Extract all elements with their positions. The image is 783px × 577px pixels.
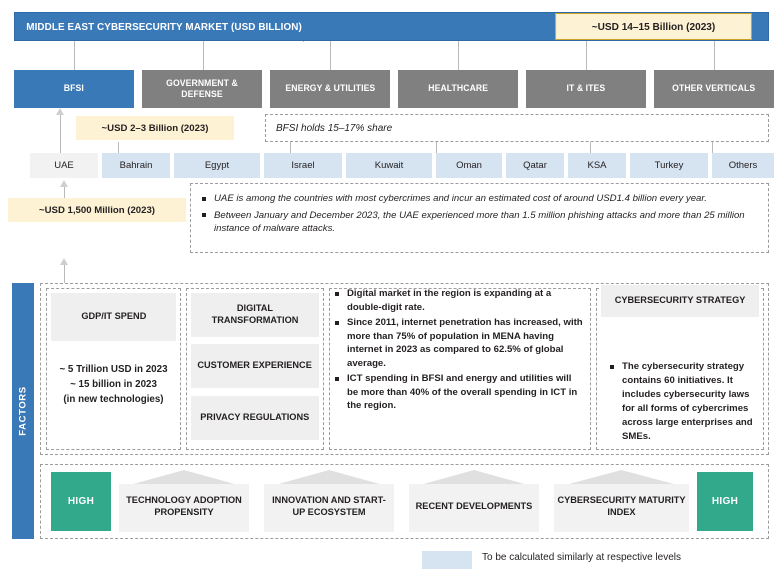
- connector-bfsi-stem: [60, 115, 61, 153]
- maturity-item-label: RECENT DEVELOPMENTS: [412, 501, 537, 513]
- connector-vertical-energy: [330, 41, 331, 70]
- diagram-canvas: MIDDLE EAST CYBERSECURITY MARKET (USD BI…: [0, 0, 783, 577]
- connector-vertical-health: [458, 41, 459, 70]
- vertical-government-defense-label: GOVERNMENT & DEFENSE: [146, 78, 258, 101]
- gdp-value-line: ~ 15 billion in 2023: [46, 377, 181, 392]
- privacy-regulations-chip[interactable]: PRIVACY REGULATIONS: [191, 396, 319, 440]
- country-israel-label: Israel: [291, 160, 314, 171]
- customer-experience-label: CUSTOMER EXPERIENCE: [198, 360, 312, 372]
- arrow-to-bfsi: [56, 108, 64, 115]
- connector-vertical-gov: [203, 41, 204, 70]
- market-bullet-item: Digital market in the region is expandin…: [334, 287, 584, 314]
- country-egypt-label: Egypt: [205, 160, 229, 171]
- strategy-bullet-item: The cybersecurity strategy contains 60 i…: [609, 360, 755, 444]
- legend-text: To be calculated similarly at respective…: [482, 552, 681, 563]
- gdp-it-spend-chip[interactable]: GDP/IT SPEND: [51, 293, 176, 341]
- rating-high-left-label: HIGH: [68, 496, 94, 507]
- market-bullet-item: ICT spending in BFSI and energy and util…: [334, 372, 584, 413]
- uae-insight-item: UAE is among the countries with most cyb…: [201, 192, 756, 206]
- vertical-it-ites[interactable]: IT & ITES: [526, 70, 646, 108]
- country-bahrain[interactable]: Bahrain: [102, 153, 170, 178]
- maturity-item-cybersecurity-maturity-index[interactable]: CYBERSECURITY MATURITY INDEX: [554, 470, 689, 532]
- country-turkey[interactable]: Turkey: [630, 153, 708, 178]
- vertical-other-verticals[interactable]: OTHER VERTICALS: [654, 70, 774, 108]
- customer-experience-chip[interactable]: CUSTOMER EXPERIENCE: [191, 344, 319, 388]
- vertical-bfsi[interactable]: BFSI: [14, 70, 134, 108]
- uae-insights-box: UAE is among the countries with most cyb…: [190, 183, 769, 253]
- vertical-energy-utilities-label: ENERGY & UTILITIES: [285, 83, 375, 95]
- vertical-it-ites-label: IT & ITES: [567, 83, 606, 95]
- vertical-other-verticals-label: OTHER VERTICALS: [672, 83, 755, 95]
- vertical-healthcare-label: HEALTHCARE: [428, 83, 488, 95]
- country-kuwait[interactable]: Kuwait: [346, 153, 432, 178]
- maturity-item-technology-adoption[interactable]: TECHNOLOGY ADOPTION PROPENSITY: [119, 470, 249, 532]
- country-bahrain-label: Bahrain: [120, 160, 153, 171]
- connector-country-2: [290, 142, 291, 153]
- arrow-to-uae-value: [60, 258, 68, 265]
- uae-insight-item: Between January and December 2023, the U…: [201, 209, 756, 236]
- country-egypt[interactable]: Egypt: [174, 153, 260, 178]
- gdp-it-spend-label: GDP/IT SPEND: [81, 311, 146, 323]
- vertical-energy-utilities[interactable]: ENERGY & UTILITIES: [270, 70, 390, 108]
- market-bullet-item: Since 2011, internet penetration has inc…: [334, 316, 584, 370]
- connector-country-3: [436, 142, 437, 153]
- connector-factors-stem: [64, 265, 65, 283]
- connector-vertical-bfsi: [74, 41, 75, 70]
- digital-transformation-label: DIGITAL TRANSFORMATION: [194, 303, 317, 327]
- connector-country-5: [712, 142, 713, 153]
- connector-vertical-it: [586, 41, 587, 70]
- digital-transformation-chip[interactable]: DIGITAL TRANSFORMATION: [191, 293, 319, 337]
- rating-high-right-label: HIGH: [712, 496, 738, 507]
- cybersecurity-strategy-chip[interactable]: CYBERSECURITY STRATEGY: [601, 285, 759, 317]
- maturity-item-label: INNOVATION AND START-UP ECOSYSTEM: [267, 495, 392, 519]
- rating-high-right: HIGH: [697, 472, 753, 531]
- connector-country-4: [590, 142, 591, 153]
- country-israel[interactable]: Israel: [264, 153, 342, 178]
- country-uae[interactable]: UAE: [30, 153, 98, 178]
- maturity-item-label: TECHNOLOGY ADOPTION PROPENSITY: [122, 495, 247, 519]
- country-ksa-label: KSA: [587, 160, 606, 171]
- strategy-bullets: The cybersecurity strategy contains 60 i…: [601, 360, 763, 444]
- maturity-item-recent-developments[interactable]: RECENT DEVELOPMENTS: [409, 470, 539, 532]
- connector-vertical-other: [714, 41, 715, 70]
- country-kuwait-label: Kuwait: [375, 160, 404, 171]
- country-oman-label: Oman: [456, 160, 482, 171]
- country-uae-label: UAE: [54, 160, 74, 171]
- connector-country-1: [118, 142, 119, 153]
- market-value-badge: ~USD 14–15 Billion (2023): [555, 13, 752, 40]
- market-bullets-subpanel: Digital market in the region is expandin…: [329, 288, 591, 450]
- vertical-bfsi-label: BFSI: [64, 83, 84, 95]
- country-qatar-label: Qatar: [523, 160, 547, 171]
- arrow-to-uae: [60, 180, 68, 187]
- country-ksa[interactable]: KSA: [568, 153, 626, 178]
- privacy-regulations-label: PRIVACY REGULATIONS: [200, 412, 309, 424]
- gdp-values: ~ 5 Trillion USD in 2023 ~ 15 billion in…: [46, 362, 181, 407]
- cybersecurity-strategy-label: CYBERSECURITY STRATEGY: [615, 295, 746, 307]
- country-qatar[interactable]: Qatar: [506, 153, 564, 178]
- page-title: MIDDLE EAST CYBERSECURITY MARKET (USD BI…: [15, 21, 302, 33]
- maturity-item-label: CYBERSECURITY MATURITY INDEX: [557, 495, 687, 519]
- factors-axis-label: FACTORS: [18, 386, 29, 435]
- bfsi-share-note: BFSI holds 15–17% share: [265, 114, 769, 142]
- factors-axis-bar: FACTORS: [12, 283, 34, 539]
- vertical-government-defense[interactable]: GOVERNMENT & DEFENSE: [142, 70, 262, 108]
- legend-swatch: [422, 551, 472, 569]
- gdp-value-line: (in new technologies): [46, 392, 181, 407]
- gdp-value-line: ~ 5 Trillion USD in 2023: [46, 362, 181, 377]
- country-others-label: Others: [729, 160, 758, 171]
- maturity-item-innovation-startup[interactable]: INNOVATION AND START-UP ECOSYSTEM: [264, 470, 394, 532]
- country-turkey-label: Turkey: [655, 160, 684, 171]
- country-oman[interactable]: Oman: [436, 153, 502, 178]
- vertical-healthcare[interactable]: HEALTHCARE: [398, 70, 518, 108]
- uae-value-badge: ~USD 1,500 Million (2023): [8, 198, 186, 222]
- country-others[interactable]: Others: [712, 153, 774, 178]
- rating-high-left: HIGH: [51, 472, 111, 531]
- bfsi-value-badge: ~USD 2–3 Billion (2023): [76, 116, 234, 140]
